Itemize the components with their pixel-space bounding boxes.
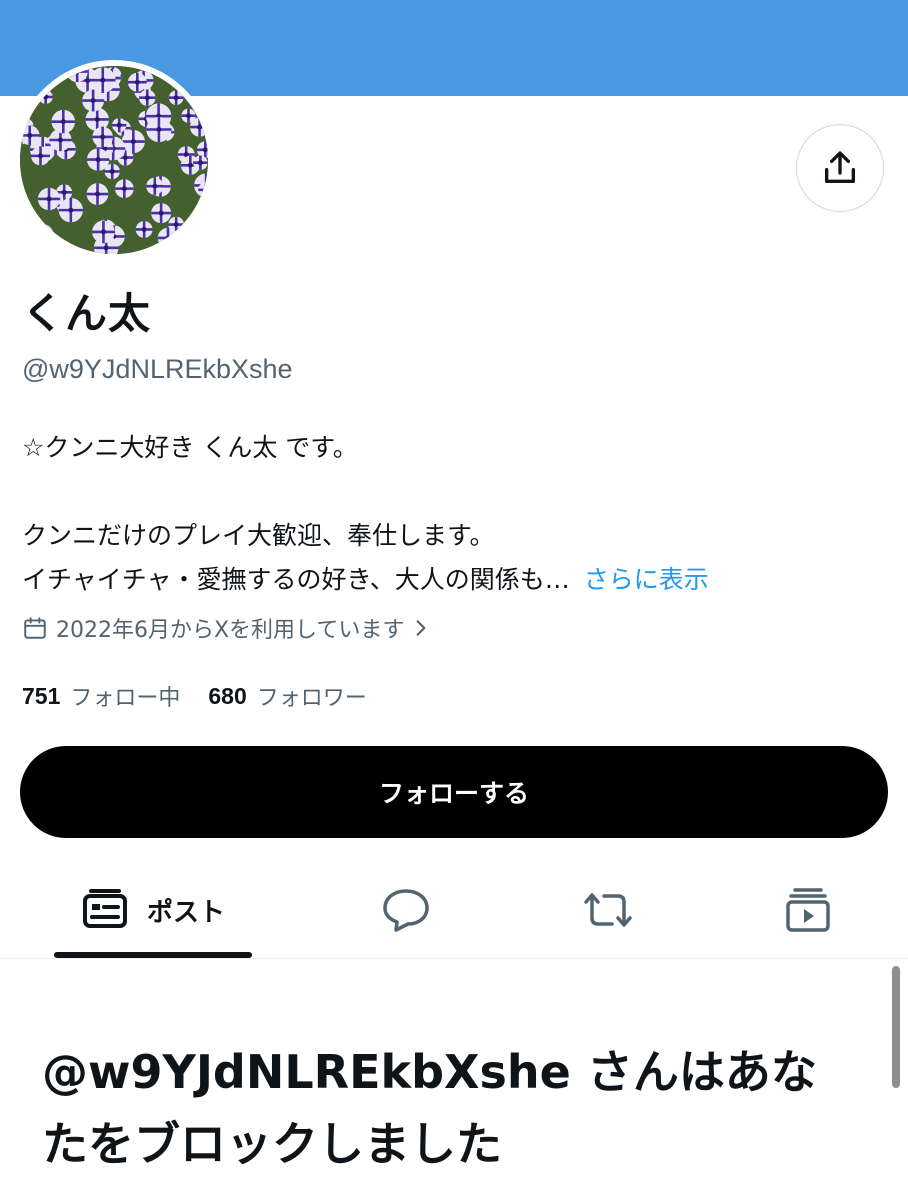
show-more-link[interactable]: さらに表示 (584, 565, 709, 594)
tab-posts-label: ポスト (146, 897, 225, 928)
tab-media[interactable] (758, 862, 858, 958)
follow-button[interactable]: フォローする (20, 746, 888, 838)
calendar-icon (24, 617, 46, 639)
share-button[interactable] (796, 124, 884, 212)
bio-line-2: クンニだけのプレイ大歓迎、奉仕します。 (22, 521, 495, 550)
tab-replies[interactable] (356, 862, 456, 958)
avatar[interactable] (20, 66, 208, 254)
repost-icon (584, 893, 632, 927)
tab-posts[interactable]: ポスト (54, 862, 252, 958)
joined-date[interactable]: 2022年6月からXを利用しています (22, 610, 430, 646)
followers-label: フォロワー (256, 686, 367, 711)
bio-line-3-text: イチャイチャ・愛撫するの好き、大人の関係も… (22, 565, 570, 594)
followers-count: 680 (208, 682, 247, 709)
profile-bio: ☆クンニ大好き くん太 です。 クンニだけのプレイ大歓迎、奉仕します。 イチャイ… (22, 426, 892, 602)
reply-bubble-icon (383, 889, 429, 932)
display-name: くん太 (22, 289, 152, 338)
following-label: フォロー中 (70, 686, 181, 711)
flower-photo (20, 66, 208, 254)
profile-tabs: ポスト (0, 862, 908, 958)
posts-icon (82, 889, 127, 928)
scrollbar[interactable] (892, 966, 900, 1088)
joined-text: 2022年6月からXを利用しています (56, 618, 405, 643)
share-upload-icon (825, 151, 855, 183)
tabs-divider (0, 958, 908, 959)
media-icon (786, 888, 830, 932)
blocked-message: @w9YJdNLREkbXshe さんはあなたをブロックしました (42, 1045, 817, 1171)
followers-stat[interactable]: 680 フォロワー (208, 680, 366, 712)
bio-blank-line (22, 470, 892, 514)
follow-stats: 751 フォロー中 680 フォロワー (22, 676, 367, 716)
following-count: 751 (22, 682, 61, 709)
chevron-right-icon (417, 620, 426, 636)
following-stat[interactable]: 751 フォロー中 (22, 680, 180, 712)
tab-reposts[interactable] (558, 862, 658, 958)
bio-line-3: イチャイチャ・愛撫するの好き、大人の関係も… さらに表示 (22, 558, 892, 602)
user-handle: @w9YJdNLREkbXshe (22, 354, 293, 384)
bio-line-1: ☆クンニ大好き くん太 です。 (22, 433, 358, 462)
